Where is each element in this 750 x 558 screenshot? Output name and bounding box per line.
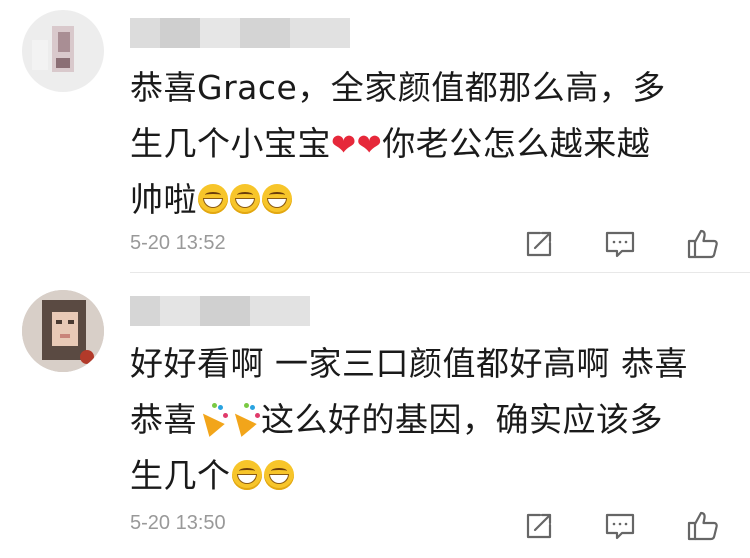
grin-emoji-icon <box>230 184 260 214</box>
grin-emoji-icon <box>231 460 262 490</box>
comment-actions <box>520 226 720 262</box>
thumbs-up-icon[interactable] <box>684 226 720 262</box>
comment-timestamp: 5-20 13:50 <box>130 512 226 534</box>
comment-item: 恭喜Grace，全家颜值都那么高，多 生几个小宝宝❤❤你老公怎么越来越 帅啦 5… <box>0 0 750 272</box>
comment-actions <box>520 508 720 544</box>
comment-text-part: 帅啦 <box>130 180 197 219</box>
comment-icon[interactable] <box>602 226 638 262</box>
comment-text-part: 生几个小宝宝 <box>130 124 331 163</box>
avatar[interactable] <box>22 10 104 92</box>
avatar[interactable] <box>22 290 104 372</box>
comment-text-part: 生几个 <box>130 456 231 495</box>
comment-line: 生几个小宝宝❤❤你老公怎么越来越 <box>130 116 730 172</box>
comment-line: 生几个 <box>130 448 730 504</box>
comment-text-part: 恭喜 <box>130 400 197 439</box>
comment-text: 恭喜Grace，全家颜值都那么高，多 生几个小宝宝❤❤你老公怎么越来越 帅啦 <box>130 60 730 228</box>
comment-line: 恭喜 这么好的基因，确实应该多 <box>130 392 730 448</box>
thumbs-up-icon[interactable] <box>684 508 720 544</box>
comment-line: 帅啦 <box>130 172 730 228</box>
comment-text-part: 你老公怎么越来越 <box>382 124 651 163</box>
comment-item: 好好看啊 一家三口颜值都好高啊 恭喜 恭喜 这么好的基因，确实应该多 生几个 5-… <box>0 272 750 558</box>
share-icon[interactable] <box>520 226 556 262</box>
username-blurred[interactable] <box>130 296 310 326</box>
share-icon[interactable] <box>520 508 556 544</box>
comment-text: 好好看啊 一家三口颜值都好高啊 恭喜 恭喜 这么好的基因，确实应该多 生几个 <box>130 336 730 504</box>
comment-icon[interactable] <box>602 508 638 544</box>
comment-line: 好好看啊 一家三口颜值都好高啊 恭喜 <box>130 344 688 383</box>
comment-line: 恭喜Grace，全家颜值都那么高，多 <box>130 68 666 107</box>
grin-emoji-icon <box>262 184 292 214</box>
grin-emoji-icon <box>263 460 294 490</box>
comment-text-part: 这么好的基因，确实应该多 <box>261 400 663 439</box>
party-popper-icon <box>227 403 260 437</box>
heart-icon: ❤ <box>331 128 357 163</box>
party-popper-icon <box>195 403 228 437</box>
heart-icon: ❤ <box>356 128 383 163</box>
grin-emoji-icon <box>198 184 228 214</box>
username-blurred[interactable] <box>130 18 350 48</box>
comment-timestamp: 5-20 13:52 <box>130 232 226 254</box>
